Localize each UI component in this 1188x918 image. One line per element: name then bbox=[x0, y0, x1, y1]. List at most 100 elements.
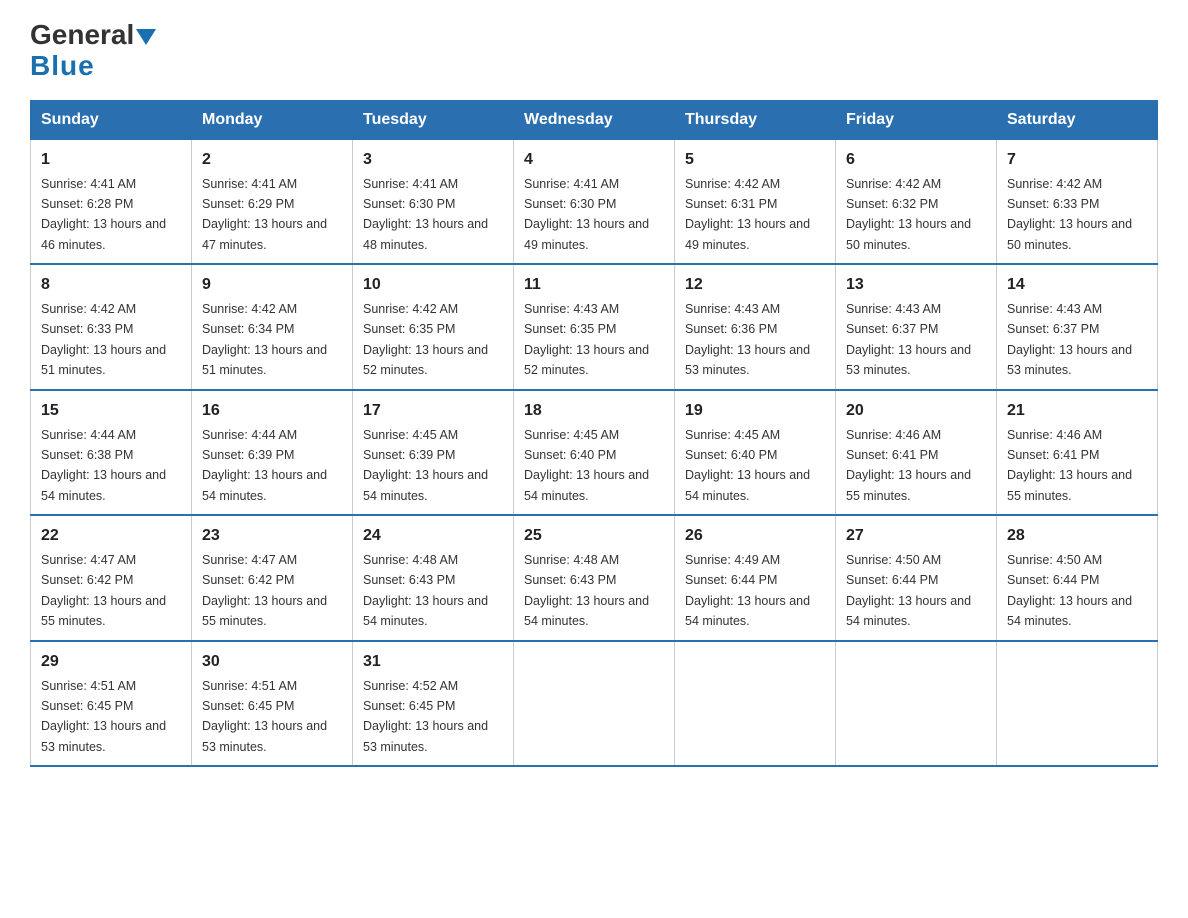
day-info: Sunrise: 4:41 AMSunset: 6:28 PMDaylight:… bbox=[41, 177, 166, 252]
day-number: 2 bbox=[202, 148, 342, 172]
calendar-cell: 12Sunrise: 4:43 AMSunset: 6:36 PMDayligh… bbox=[675, 264, 836, 390]
day-info: Sunrise: 4:46 AMSunset: 6:41 PMDaylight:… bbox=[846, 428, 971, 503]
day-number: 24 bbox=[363, 524, 503, 548]
calendar-cell: 3 Sunrise: 4:41 AMSunset: 6:30 PMDaylight… bbox=[353, 139, 514, 264]
calendar-cell: 15 Sunrise: 4:44 AMSunset: 6:38 PMDayligh… bbox=[31, 390, 192, 516]
day-info: Sunrise: 4:50 AMSunset: 6:44 PMDaylight:… bbox=[846, 553, 971, 628]
calendar-cell: 6Sunrise: 4:42 AMSunset: 6:32 PMDaylight… bbox=[836, 139, 997, 264]
calendar-cell: 17Sunrise: 4:45 AMSunset: 6:39 PMDayligh… bbox=[353, 390, 514, 516]
calendar-cell bbox=[675, 641, 836, 767]
weekday-header-row: SundayMondayTuesdayWednesdayThursdayFrid… bbox=[31, 100, 1158, 139]
day-number: 15 bbox=[41, 399, 181, 423]
day-info: Sunrise: 4:43 AMSunset: 6:37 PMDaylight:… bbox=[846, 302, 971, 377]
day-number: 30 bbox=[202, 650, 342, 674]
day-info: Sunrise: 4:44 AMSunset: 6:38 PMDaylight:… bbox=[41, 428, 166, 503]
day-info: Sunrise: 4:47 AMSunset: 6:42 PMDaylight:… bbox=[41, 553, 166, 628]
day-info: Sunrise: 4:48 AMSunset: 6:43 PMDaylight:… bbox=[363, 553, 488, 628]
calendar-cell: 1 Sunrise: 4:41 AMSunset: 6:28 PMDaylight… bbox=[31, 139, 192, 264]
day-info: Sunrise: 4:51 AMSunset: 6:45 PMDaylight:… bbox=[41, 679, 166, 754]
weekday-header-wednesday: Wednesday bbox=[514, 100, 675, 139]
day-number: 13 bbox=[846, 273, 986, 297]
calendar-cell: 8 Sunrise: 4:42 AMSunset: 6:33 PMDaylight… bbox=[31, 264, 192, 390]
day-info: Sunrise: 4:42 AMSunset: 6:35 PMDaylight:… bbox=[363, 302, 488, 377]
day-number: 27 bbox=[846, 524, 986, 548]
day-info: Sunrise: 4:48 AMSunset: 6:43 PMDaylight:… bbox=[524, 553, 649, 628]
week-row-4: 22 Sunrise: 4:47 AMSunset: 6:42 PMDayligh… bbox=[31, 515, 1158, 641]
day-number: 18 bbox=[524, 399, 664, 423]
day-info: Sunrise: 4:43 AMSunset: 6:35 PMDaylight:… bbox=[524, 302, 649, 377]
logo: General Blue bbox=[30, 20, 156, 82]
day-number: 23 bbox=[202, 524, 342, 548]
day-info: Sunrise: 4:42 AMSunset: 6:34 PMDaylight:… bbox=[202, 302, 327, 377]
day-number: 20 bbox=[846, 399, 986, 423]
calendar-cell: 22 Sunrise: 4:47 AMSunset: 6:42 PMDayligh… bbox=[31, 515, 192, 641]
weekday-header-sunday: Sunday bbox=[31, 100, 192, 139]
calendar-cell: 5 Sunrise: 4:42 AMSunset: 6:31 PMDaylight… bbox=[675, 139, 836, 264]
day-number: 19 bbox=[685, 399, 825, 423]
day-number: 3 bbox=[363, 148, 503, 172]
day-info: Sunrise: 4:47 AMSunset: 6:42 PMDaylight:… bbox=[202, 553, 327, 628]
calendar-cell: 26 Sunrise: 4:49 AMSunset: 6:44 PMDayligh… bbox=[675, 515, 836, 641]
day-info: Sunrise: 4:41 AMSunset: 6:30 PMDaylight:… bbox=[363, 177, 488, 252]
calendar-cell: 7Sunrise: 4:42 AMSunset: 6:33 PMDaylight… bbox=[997, 139, 1158, 264]
weekday-header-monday: Monday bbox=[192, 100, 353, 139]
calendar-cell: 16 Sunrise: 4:44 AMSunset: 6:39 PMDayligh… bbox=[192, 390, 353, 516]
weekday-header-thursday: Thursday bbox=[675, 100, 836, 139]
day-info: Sunrise: 4:49 AMSunset: 6:44 PMDaylight:… bbox=[685, 553, 810, 628]
day-number: 1 bbox=[41, 148, 181, 172]
day-info: Sunrise: 4:42 AMSunset: 6:31 PMDaylight:… bbox=[685, 177, 810, 252]
day-info: Sunrise: 4:51 AMSunset: 6:45 PMDaylight:… bbox=[202, 679, 327, 754]
week-row-5: 29 Sunrise: 4:51 AMSunset: 6:45 PMDayligh… bbox=[31, 641, 1158, 767]
calendar-cell: 19 Sunrise: 4:45 AMSunset: 6:40 PMDayligh… bbox=[675, 390, 836, 516]
day-info: Sunrise: 4:45 AMSunset: 6:40 PMDaylight:… bbox=[524, 428, 649, 503]
day-info: Sunrise: 4:45 AMSunset: 6:40 PMDaylight:… bbox=[685, 428, 810, 503]
calendar-cell: 31 Sunrise: 4:52 AMSunset: 6:45 PMDayligh… bbox=[353, 641, 514, 767]
day-info: Sunrise: 4:41 AMSunset: 6:29 PMDaylight:… bbox=[202, 177, 327, 252]
weekday-header-tuesday: Tuesday bbox=[353, 100, 514, 139]
logo-word-general: General bbox=[30, 20, 134, 51]
day-info: Sunrise: 4:46 AMSunset: 6:41 PMDaylight:… bbox=[1007, 428, 1132, 503]
day-info: Sunrise: 4:42 AMSunset: 6:33 PMDaylight:… bbox=[41, 302, 166, 377]
day-number: 22 bbox=[41, 524, 181, 548]
week-row-2: 8 Sunrise: 4:42 AMSunset: 6:33 PMDaylight… bbox=[31, 264, 1158, 390]
calendar-cell: 29 Sunrise: 4:51 AMSunset: 6:45 PMDayligh… bbox=[31, 641, 192, 767]
calendar-cell: 10 Sunrise: 4:42 AMSunset: 6:35 PMDayligh… bbox=[353, 264, 514, 390]
calendar-cell: 21Sunrise: 4:46 AMSunset: 6:41 PMDayligh… bbox=[997, 390, 1158, 516]
day-number: 31 bbox=[363, 650, 503, 674]
calendar-cell: 27 Sunrise: 4:50 AMSunset: 6:44 PMDayligh… bbox=[836, 515, 997, 641]
calendar-cell: 25 Sunrise: 4:48 AMSunset: 6:43 PMDayligh… bbox=[514, 515, 675, 641]
day-number: 10 bbox=[363, 273, 503, 297]
calendar-cell bbox=[836, 641, 997, 767]
header: General Blue bbox=[30, 20, 1158, 82]
calendar-cell bbox=[514, 641, 675, 767]
day-info: Sunrise: 4:43 AMSunset: 6:37 PMDaylight:… bbox=[1007, 302, 1132, 377]
day-info: Sunrise: 4:50 AMSunset: 6:44 PMDaylight:… bbox=[1007, 553, 1132, 628]
logo-general-text: General bbox=[30, 20, 156, 51]
day-number: 25 bbox=[524, 524, 664, 548]
calendar-cell: 13 Sunrise: 4:43 AMSunset: 6:37 PMDayligh… bbox=[836, 264, 997, 390]
day-number: 17 bbox=[363, 399, 503, 423]
week-row-1: 1 Sunrise: 4:41 AMSunset: 6:28 PMDaylight… bbox=[31, 139, 1158, 264]
day-info: Sunrise: 4:52 AMSunset: 6:45 PMDaylight:… bbox=[363, 679, 488, 754]
calendar-cell: 9 Sunrise: 4:42 AMSunset: 6:34 PMDaylight… bbox=[192, 264, 353, 390]
weekday-header-friday: Friday bbox=[836, 100, 997, 139]
day-number: 16 bbox=[202, 399, 342, 423]
calendar-cell: 2 Sunrise: 4:41 AMSunset: 6:29 PMDaylight… bbox=[192, 139, 353, 264]
day-number: 7 bbox=[1007, 148, 1147, 172]
day-number: 9 bbox=[202, 273, 342, 297]
day-number: 6 bbox=[846, 148, 986, 172]
day-info: Sunrise: 4:44 AMSunset: 6:39 PMDaylight:… bbox=[202, 428, 327, 503]
day-number: 8 bbox=[41, 273, 181, 297]
day-number: 29 bbox=[41, 650, 181, 674]
calendar-cell: 14 Sunrise: 4:43 AMSunset: 6:37 PMDayligh… bbox=[997, 264, 1158, 390]
day-number: 26 bbox=[685, 524, 825, 548]
calendar-cell: 18 Sunrise: 4:45 AMSunset: 6:40 PMDayligh… bbox=[514, 390, 675, 516]
day-number: 5 bbox=[685, 148, 825, 172]
calendar-cell: 11Sunrise: 4:43 AMSunset: 6:35 PMDayligh… bbox=[514, 264, 675, 390]
day-number: 14 bbox=[1007, 273, 1147, 297]
calendar-cell: 4Sunrise: 4:41 AMSunset: 6:30 PMDaylight… bbox=[514, 139, 675, 264]
calendar-cell: 23 Sunrise: 4:47 AMSunset: 6:42 PMDayligh… bbox=[192, 515, 353, 641]
logo-triangle-icon bbox=[136, 29, 156, 45]
calendar-cell: 30 Sunrise: 4:51 AMSunset: 6:45 PMDayligh… bbox=[192, 641, 353, 767]
day-number: 12 bbox=[685, 273, 825, 297]
